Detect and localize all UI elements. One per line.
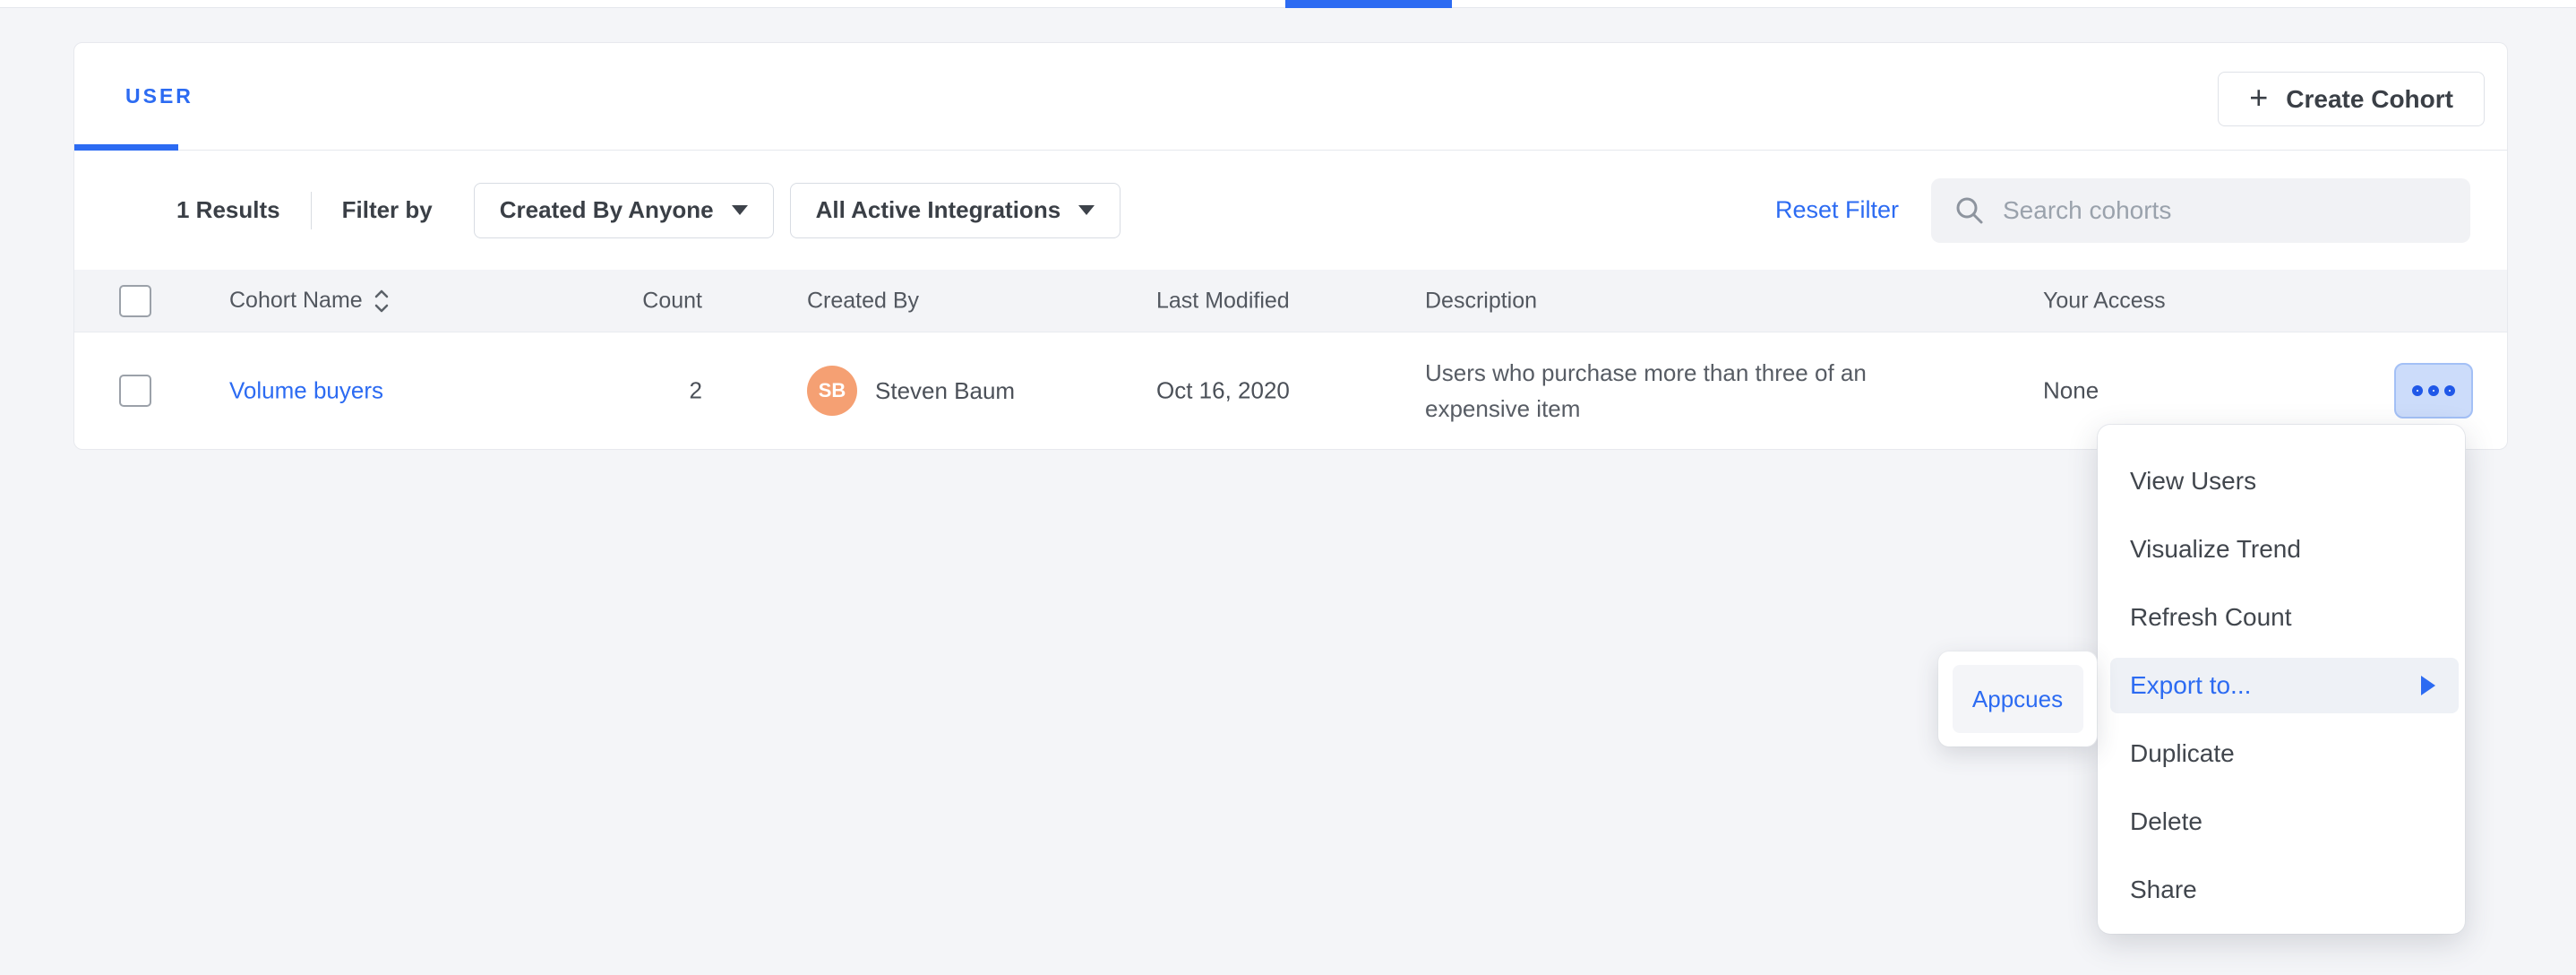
search-box xyxy=(1931,178,2470,243)
column-header-cohort-name[interactable]: Cohort Name xyxy=(229,288,390,315)
table-header: Cohort Name Count Created By Last Modifi… xyxy=(74,270,2507,332)
export-submenu: Appcues xyxy=(1938,651,2097,746)
create-cohort-button[interactable]: + Create Cohort xyxy=(2218,72,2485,126)
select-all-checkbox[interactable] xyxy=(119,285,151,317)
search-icon xyxy=(1954,195,1985,226)
top-tab-indicator xyxy=(1285,0,1452,8)
tab-bar: USER + Create Cohort xyxy=(74,43,2507,151)
menu-item-duplicate[interactable]: Duplicate xyxy=(2098,720,2465,788)
row-actions-button[interactable] xyxy=(2394,363,2473,418)
cohorts-panel: USER + Create Cohort 1 Results Filter by… xyxy=(73,42,2508,450)
ellipsis-dot-icon xyxy=(2444,385,2455,396)
active-tab-underline xyxy=(74,144,178,151)
created-by-name: Steven Baum xyxy=(875,377,1015,405)
tab-user[interactable]: USER xyxy=(74,43,245,150)
search-input[interactable] xyxy=(1931,178,2470,243)
menu-item-export-to[interactable]: Export to... xyxy=(2110,658,2459,713)
chevron-down-icon xyxy=(732,205,748,215)
top-nav-strip xyxy=(0,0,2576,8)
plus-icon: + xyxy=(2249,82,2268,114)
row-context-menu: View Users Visualize Trend Refresh Count… xyxy=(2098,425,2465,934)
created-by-dropdown-value: Created By Anyone xyxy=(500,196,714,224)
cohort-description: Users who purchase more than three of an… xyxy=(1425,355,1927,427)
last-modified-date: Oct 16, 2020 xyxy=(1156,377,1290,405)
cohort-name-link[interactable]: Volume buyers xyxy=(229,377,383,405)
filter-by-label: Filter by xyxy=(342,196,433,224)
column-header-your-access: Your Access xyxy=(2043,288,2166,314)
chevron-down-icon xyxy=(1078,205,1095,215)
results-count: 1 Results xyxy=(176,196,280,224)
submenu-arrow-icon xyxy=(2421,676,2435,695)
menu-item-view-users[interactable]: View Users xyxy=(2098,447,2465,515)
avatar: SB xyxy=(807,366,857,416)
row-checkbox[interactable] xyxy=(119,375,151,407)
menu-item-visualize-trend[interactable]: Visualize Trend xyxy=(2098,515,2465,583)
your-access-value: None xyxy=(2043,377,2099,405)
ellipsis-dot-icon xyxy=(2412,385,2423,396)
created-by-dropdown[interactable]: Created By Anyone xyxy=(474,183,774,238)
column-header-description: Description xyxy=(1425,288,1927,314)
integrations-dropdown-value: All Active Integrations xyxy=(816,196,1061,224)
divider xyxy=(311,192,312,229)
filter-bar: 1 Results Filter by Created By Anyone Al… xyxy=(74,151,2507,270)
cohort-count: 2 xyxy=(607,377,702,405)
column-header-count: Count xyxy=(607,288,702,314)
ellipsis-dot-icon xyxy=(2428,385,2439,396)
menu-item-refresh-count[interactable]: Refresh Count xyxy=(2098,583,2465,651)
created-by-cell: SB Steven Baum xyxy=(807,366,1015,416)
tab-user-label: USER xyxy=(125,84,193,108)
reset-filter-link[interactable]: Reset Filter xyxy=(1775,196,1899,224)
menu-item-delete[interactable]: Delete xyxy=(2098,788,2465,856)
menu-item-share[interactable]: Share xyxy=(2098,856,2465,924)
integrations-dropdown[interactable]: All Active Integrations xyxy=(790,183,1121,238)
column-header-last-modified: Last Modified xyxy=(1156,288,1290,314)
create-cohort-label: Create Cohort xyxy=(2286,85,2453,114)
column-header-created-by: Created By xyxy=(807,288,919,314)
sort-icon xyxy=(374,288,390,315)
submenu-item-appcues[interactable]: Appcues xyxy=(1953,665,2083,733)
